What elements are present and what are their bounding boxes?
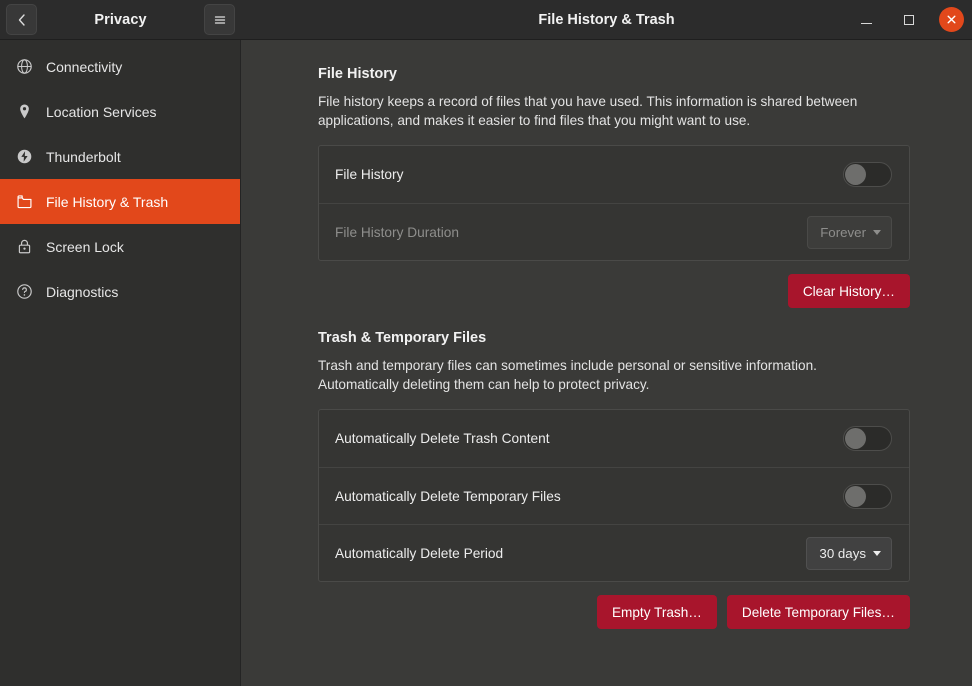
sidebar-headerbar: Privacy [0, 0, 241, 39]
padlock-icon [14, 237, 34, 257]
delete-temporary-files-button[interactable]: Delete Temporary Files… [726, 595, 910, 629]
sidebar-title: Privacy [94, 11, 147, 28]
file-history-actions: Clear History… [318, 274, 910, 308]
row-label: Automatically Delete Trash Content [335, 431, 550, 446]
chevron-left-icon [18, 13, 25, 26]
sidebar-item-screen-lock[interactable]: Screen Lock [0, 224, 240, 269]
section-description: Trash and temporary files can sometimes … [318, 358, 817, 392]
toggle-knob [845, 428, 866, 449]
toggle-knob [845, 485, 866, 507]
window-body: Connectivity Location Services Thunderbo… [0, 40, 972, 686]
minimize-button[interactable] [853, 7, 879, 33]
section-file-history: File History File history keeps a record… [318, 66, 910, 308]
close-icon [947, 15, 956, 24]
sidebar-item-diagnostics[interactable]: Diagnostics [0, 269, 240, 314]
sidebar-item-label: Thunderbolt [46, 148, 121, 165]
row-file-history-duration: File History Duration Forever [319, 203, 909, 260]
sidebar-item-file-history-and-trash[interactable]: File History & Trash [0, 179, 240, 224]
sidebar-item-label: File History & Trash [46, 193, 169, 210]
settings-content: File History File history keeps a record… [241, 40, 972, 686]
titlebar: Privacy File History & Trash [0, 0, 972, 40]
trash-actions: Empty Trash… Delete Temporary Files… [318, 595, 910, 629]
minimize-icon [860, 22, 872, 24]
row-label: Automatically Delete Period [335, 545, 504, 561]
row-label: Automatically Delete Temporary Files [335, 488, 561, 504]
sidebar-item-label: Location Services [46, 103, 157, 120]
chevron-down-icon [873, 550, 881, 556]
empty-trash-button[interactable]: Empty Trash… [596, 595, 717, 629]
auto-delete-temp-files-toggle[interactable] [843, 483, 892, 509]
dropdown-value: 30 days [819, 545, 866, 561]
sidebar-item-label: Connectivity [46, 58, 123, 75]
chevron-down-icon [873, 229, 881, 235]
row-label: File History [335, 167, 404, 182]
close-button[interactable] [939, 7, 964, 32]
section-trash-and-temporary-files: Trash & Temporary Files Trash and tempor… [318, 330, 910, 629]
menu-button[interactable] [204, 4, 235, 35]
file-history-toggle[interactable] [843, 162, 892, 187]
sidebar-item-thunderbolt[interactable]: Thunderbolt [0, 134, 240, 179]
window-controls [853, 7, 964, 33]
hamburger-menu-icon [214, 15, 225, 24]
main-headerbar: File History & Trash [241, 0, 972, 39]
auto-delete-period-dropdown[interactable]: 30 days [806, 536, 892, 570]
section-description: File history keeps a record of files tha… [318, 94, 858, 128]
maximize-icon [904, 14, 914, 25]
section-heading: Trash & Temporary Files [318, 330, 487, 346]
sidebar-item-location-services[interactable]: Location Services [0, 89, 240, 134]
sidebar-nav: Connectivity Location Services Thunderbo… [0, 40, 241, 686]
trash-card: Automatically Delete Trash Content Autom… [318, 409, 910, 582]
sidebar-item-label: Diagnostics [46, 283, 119, 300]
file-history-card: File History File History Duration Forev… [318, 145, 910, 261]
globe-icon [14, 57, 34, 77]
clear-history-button[interactable]: Clear History… [787, 274, 910, 308]
folder-icon [14, 192, 34, 212]
toggle-knob [845, 164, 866, 185]
row-label: File History Duration [335, 224, 459, 240]
row-auto-delete-period: Automatically Delete Period 30 days [319, 524, 909, 581]
auto-delete-trash-toggle[interactable] [843, 426, 892, 451]
settings-window: Privacy File History & Trash Connectivit… [0, 0, 972, 686]
section-heading: File History [318, 66, 397, 82]
sidebar-item-connectivity[interactable]: Connectivity [0, 44, 240, 89]
location-pin-icon [14, 102, 34, 122]
question-circle-icon [14, 282, 34, 302]
back-button[interactable] [6, 4, 37, 35]
thunderbolt-icon [14, 147, 34, 167]
sidebar-item-label: Screen Lock [46, 238, 124, 255]
row-auto-delete-temporary-files: Automatically Delete Temporary Files [319, 467, 909, 524]
dropdown-value: Forever [820, 224, 866, 240]
row-auto-delete-trash-content: Automatically Delete Trash Content [319, 410, 909, 467]
file-history-duration-dropdown[interactable]: Forever [807, 215, 892, 249]
row-file-history: File History [319, 146, 909, 203]
maximize-button[interactable] [896, 7, 922, 33]
